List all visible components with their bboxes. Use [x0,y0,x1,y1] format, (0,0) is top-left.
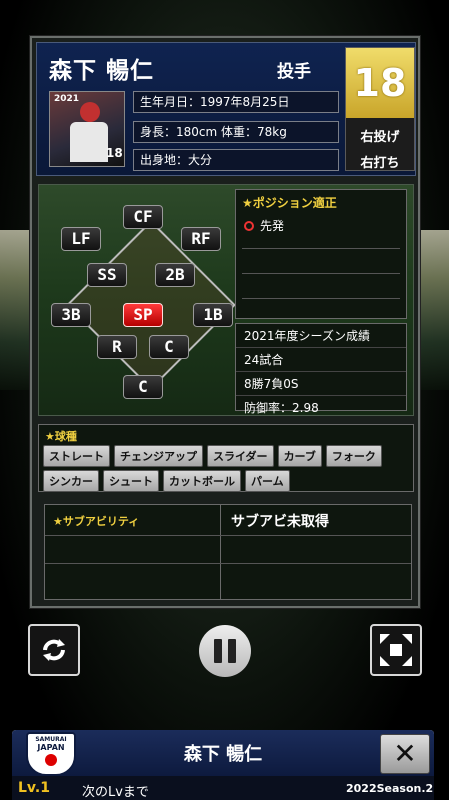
pause-icon [228,639,236,663]
refresh-button[interactable] [28,624,80,676]
collapse-icon [380,634,412,666]
logo-text-samurai: SAMURAI [35,736,67,743]
divider [242,273,400,274]
pitch-chip: ストレート [43,445,110,467]
position-catcher[interactable]: C [123,375,163,399]
pitch-chip: スライダー [207,445,274,467]
season-title: 2021年度シーズン成績 [236,324,406,348]
collapse-button[interactable] [370,624,422,676]
aptitude-box: ★ポジション適正 先発 [235,189,407,319]
aptitude-item: 先発 [236,215,406,236]
pitch-chip: カーブ [277,445,322,467]
position-cf[interactable]: CF [123,205,163,229]
position-3b[interactable]: 3B [51,303,91,327]
pause-button[interactable] [199,625,251,677]
season-games: 24試合 [236,348,406,372]
position-lf[interactable]: LF [61,227,101,251]
position-rp[interactable]: R [97,335,137,359]
position-rf[interactable]: RF [181,227,221,251]
player-position: 投手 [277,62,311,82]
sub-ability-panel: ★サブアビリティ サブアビ未取得 [44,504,412,600]
portrait-uniform [70,122,108,162]
portrait-year: 2021 [54,94,80,104]
aptitude-mark-icon [244,220,254,231]
pitch-chip: シンカー [43,470,99,492]
bottom-player-bar: 森下 暢仁 SAMURAI JAPAN ✕ Lv.1 次のLvまで 2022Se… [12,730,434,800]
birthplace-row: 出身地：大分 [133,149,339,171]
field-panel: CF LF RF SS 2B 3B SP 1B R C C ★ポジション適正 先… [38,184,414,416]
divider [45,563,411,564]
pitch-chip: パーム [245,470,290,492]
next-level-label: 次のLvまで [82,785,149,800]
samurai-japan-logo: SAMURAI JAPAN [26,732,76,776]
player-name: 森下 暢仁 [49,58,155,84]
position-sp[interactable]: SP [123,303,163,327]
rising-sun-icon [45,754,57,766]
pitch-chip: カットボール [163,470,241,492]
body-row: 身長：180cm 体重：78kg [133,121,339,143]
player-portrait: 2021 18 [49,91,125,167]
throws-label: 右投げ [360,130,400,145]
bats-label: 右打ち [360,156,400,171]
close-button[interactable]: ✕ [380,734,430,774]
birthday-row: 生年月日：1997年8月25日 [133,91,339,113]
divider [242,248,400,249]
pitch-types-list: ストレート チェンジアップ スライダー カーブ フォーク シンカー シュート カ… [39,445,413,492]
pitch-chip: フォーク [325,445,382,467]
position-2b[interactable]: 2B [155,263,195,287]
pause-icon [214,639,222,663]
pitch-chip: シュート [103,470,159,492]
position-cl[interactable]: C [149,335,189,359]
portrait-cap [80,102,100,122]
sub-ability-title: ★サブアビリティ [53,515,140,528]
pitch-types-panel: ★球種 ストレート チェンジアップ スライダー カーブ フォーク シンカー シュ… [38,424,414,492]
sub-ability-left: ★サブアビリティ [45,505,221,599]
season-tag: 2022Season.2 [346,782,434,795]
portrait-number: 18 [106,146,123,160]
pitch-types-title: ★球種 [45,430,77,443]
season-stats-box: 2021年度シーズン成績 24試合 8勝7負0S 防御率：2.98 [235,323,407,415]
season-record: 8勝7負0S [236,372,406,396]
position-1b[interactable]: 1B [193,303,233,327]
divider [242,298,400,299]
divider [45,535,411,536]
level-bar: Lv.1 次のLvまで 2022Season.2 [12,776,434,800]
level-label: Lv.1 [18,780,50,796]
aptitude-title: ★ポジション適正 [242,196,337,210]
player-header: 森下 暢仁 投手 2021 18 生年月日：1997年8月25日 身長：180c… [36,42,416,176]
aptitude-item-label: 先発 [260,219,285,233]
position-ss[interactable]: SS [87,263,127,287]
player-card: 森下 暢仁 投手 2021 18 生年月日：1997年8月25日 身長：180c… [30,36,420,608]
season-era: 防御率：2.98 [244,401,319,415]
sub-ability-value: サブアビ未取得 [231,514,329,530]
number-box: 18 右投げ 右打ち [345,47,415,171]
refresh-icon [43,639,65,661]
uniform-number: 18 [346,48,414,118]
pitch-chip: チェンジアップ [114,445,203,467]
logo-text-japan: JAPAN [37,743,65,752]
